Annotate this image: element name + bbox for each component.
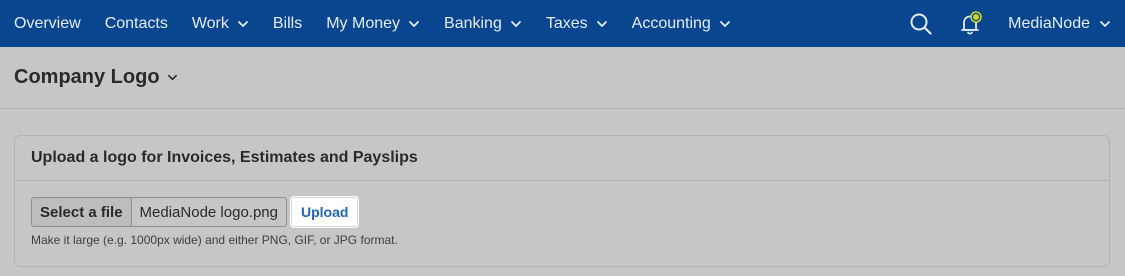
- select-file-button[interactable]: Select a file: [31, 197, 132, 227]
- bell-icon: [961, 10, 982, 34]
- upload-button[interactable]: Upload: [290, 197, 359, 227]
- nav-overview[interactable]: Overview: [14, 0, 81, 47]
- nav-taxes-label: Taxes: [545, 14, 588, 32]
- nav-accounting-label: Accounting: [631, 14, 711, 32]
- nav-right-group: MediaNode: [908, 0, 1111, 47]
- search-button[interactable]: [908, 11, 934, 37]
- chevron-down-icon: [719, 20, 730, 27]
- nav-my-money-label: My Money: [326, 14, 401, 32]
- selected-file-name[interactable]: MediaNode logo.png: [131, 197, 287, 227]
- logo-upload-panel: Upload a logo for Invoices, Estimates an…: [14, 135, 1110, 267]
- nav-accounting[interactable]: Accounting: [632, 0, 731, 47]
- nav-contacts-label: Contacts: [104, 14, 168, 32]
- nav-contacts[interactable]: Contacts: [105, 0, 168, 47]
- page-title: Company Logo: [14, 66, 160, 88]
- nav-banking-label: Banking: [444, 14, 502, 32]
- chevron-down-icon: [510, 20, 521, 27]
- nav-banking[interactable]: Banking: [444, 0, 522, 47]
- nav-work[interactable]: Work: [192, 0, 249, 47]
- panel-heading: Upload a logo for Invoices, Estimates an…: [15, 136, 1109, 181]
- chevron-down-icon: [409, 20, 419, 27]
- chevron-down-icon: [596, 20, 607, 27]
- nav-bills[interactable]: Bills: [273, 0, 302, 47]
- nav-work-label: Work: [191, 14, 229, 32]
- page-header: Company Logo: [0, 47, 1125, 109]
- format-hint: Make it large (e.g. 1000px wide) and eit…: [31, 233, 398, 247]
- notifications-button[interactable]: [958, 10, 984, 37]
- top-nav-bar: Overview Contacts Work Bills My Money Ba…: [0, 0, 1125, 47]
- search-icon: [910, 13, 932, 35]
- account-name: MediaNode: [1008, 14, 1090, 32]
- chevron-down-icon: [237, 20, 248, 27]
- file-input-row: Select a file MediaNode logo.png Upload: [31, 197, 1109, 227]
- nav-bills-label: Bills: [272, 14, 303, 32]
- chevron-down-icon: [167, 74, 177, 81]
- account-menu[interactable]: MediaNode: [1008, 15, 1111, 33]
- page-title-dropdown[interactable]: Company Logo: [14, 66, 178, 89]
- panel-body: Select a file MediaNode logo.png Upload …: [15, 181, 1109, 247]
- nav-taxes[interactable]: Taxes: [546, 0, 608, 47]
- nav-my-money[interactable]: My Money: [326, 0, 420, 47]
- chevron-down-icon: [1100, 20, 1110, 27]
- nav-overview-label: Overview: [14, 14, 81, 32]
